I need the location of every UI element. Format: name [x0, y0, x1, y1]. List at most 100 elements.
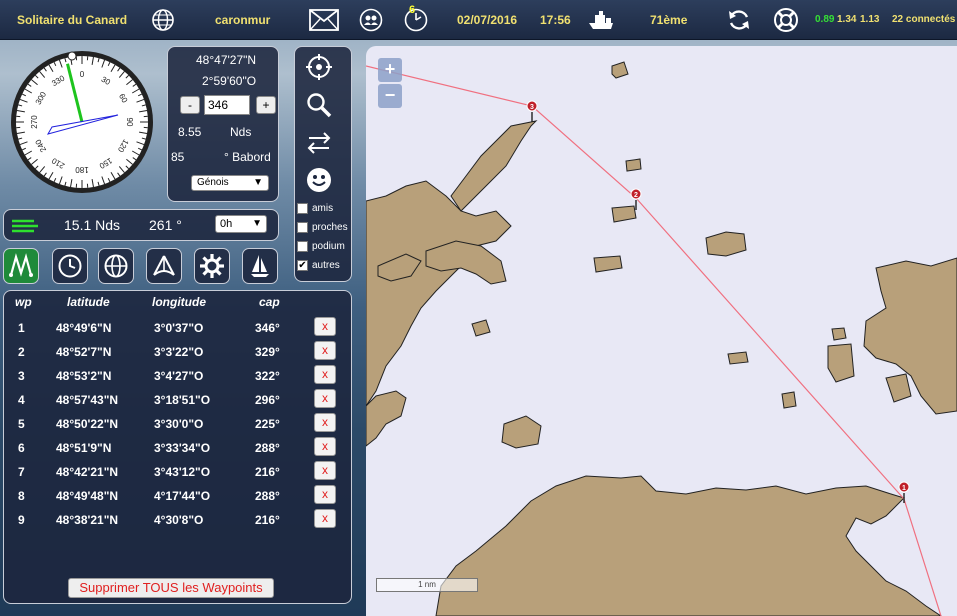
gear-icon [200, 254, 224, 278]
globe-grid-icon [104, 254, 128, 278]
checkbox-label: amis [312, 203, 334, 214]
delete-waypoint-button[interactable]: x [314, 389, 336, 408]
waypoint-cap: 216° [255, 513, 280, 527]
heading-input[interactable] [204, 95, 250, 115]
globe-icon[interactable] [150, 0, 176, 40]
username[interactable]: caronmur [215, 0, 270, 40]
lifebuoy-icon[interactable] [772, 0, 800, 40]
filter-checkbox-podium[interactable]: podium [297, 241, 345, 252]
delete-waypoint-button[interactable]: x [314, 437, 336, 456]
waypoint-latitude: 48°49'6"N [56, 321, 112, 335]
checkbox-label: autres [312, 260, 340, 271]
waypoint-row: 7 48°42'21"N 3°43'12"O 216° x [4, 461, 351, 485]
scale-label: 1 nm [418, 580, 436, 589]
delete-waypoint-button[interactable]: x [314, 509, 336, 528]
col-header-cap: cap [259, 295, 280, 309]
ranking: 71ème [650, 13, 688, 27]
swap-arrows-icon[interactable] [305, 129, 333, 157]
waypoint-cap: 216° [255, 465, 280, 479]
waypoint-number: 4 [18, 393, 25, 407]
route-button[interactable] [3, 248, 39, 284]
checkbox[interactable] [297, 241, 308, 252]
heading-minus-button[interactable]: - [180, 96, 200, 114]
col-header-wp: wp [15, 295, 32, 309]
refresh-icon[interactable] [726, 0, 752, 40]
delete-all-waypoints-button[interactable]: Supprimer TOUS les Waypoints [68, 578, 274, 598]
waypoint-row: 6 48°51'9"N 3°33'34"O 288° x [4, 437, 351, 461]
route-icon [9, 253, 33, 277]
compass-label: 90 [125, 118, 134, 127]
delete-waypoint-button[interactable]: x [314, 413, 336, 432]
connected-count[interactable]: 22 connectés [892, 0, 955, 40]
waypoint-longitude: 3°0'37"O [154, 321, 204, 335]
waypoint-longitude: 4°17'44"O [154, 489, 211, 503]
clock-badge-icon[interactable]: 6 [403, 0, 429, 40]
waypoint-row: 3 48°53'2"N 3°4'27"O 322° x [4, 365, 351, 389]
sail-selected: Génois [197, 177, 229, 188]
waypoint-latitude: 48°49'48"N [56, 489, 119, 503]
zoom-out-button[interactable]: − [378, 84, 402, 108]
delete-waypoint-button[interactable]: x [314, 461, 336, 480]
waypoint-longitude: 3°33'34"O [154, 441, 211, 455]
waypoint-table: wp latitude longitude cap 1 48°49'6"N 3°0'… [3, 290, 352, 604]
col-header-longitude: longitude [152, 295, 206, 309]
waypoint-row: 4 48°57'43"N 3°18'51"O 296° x [4, 389, 351, 413]
smiley-icon[interactable] [305, 166, 333, 194]
svg-text:2: 2 [634, 192, 638, 199]
waypoint-number: 3 [18, 369, 25, 383]
waypoint-latitude: 48°52'7"N [56, 345, 112, 359]
clock-icon [58, 254, 82, 278]
checkbox-label: podium [312, 241, 345, 252]
waypoint-latitude: 48°42'21"N [56, 465, 119, 479]
waypoint-row: 5 48°50'22"N 3°30'0"O 225° x [4, 413, 351, 437]
waypoint-latitude: 48°50'22"N [56, 417, 119, 431]
heading-plus-button[interactable]: + [256, 96, 276, 114]
zoom-in-button[interactable]: + [378, 58, 402, 82]
waypoint-marker-3[interactable]: 3 [526, 100, 538, 122]
compass-label: 0 [80, 70, 85, 79]
wind-direction: 261 ° [149, 217, 182, 233]
forecast-select[interactable]: 0h ▼ [215, 215, 267, 233]
globe-view-button[interactable] [98, 248, 134, 284]
map[interactable]: 3 2 1 + − 1 nm [366, 46, 957, 616]
clock-button[interactable] [52, 248, 88, 284]
waypoint-number: 9 [18, 513, 25, 527]
delete-waypoint-button[interactable]: x [314, 317, 336, 336]
race-title: Solitaire du Canard [17, 13, 128, 27]
checkbox[interactable] [297, 222, 308, 233]
checkbox[interactable] [297, 203, 308, 214]
sextant-icon [153, 255, 175, 276]
stat-2: 1.34 [837, 14, 857, 25]
checkbox[interactable]: ✔ [297, 260, 308, 271]
delete-waypoint-button[interactable]: x [314, 485, 336, 504]
center-target-icon[interactable] [305, 53, 333, 81]
sails-button[interactable] [242, 248, 278, 284]
mail-icon[interactable] [309, 0, 339, 40]
filter-checkbox-amis[interactable]: amis [297, 203, 333, 214]
waypoint-longitude: 3°3'22"O [154, 345, 204, 359]
filter-checkbox-autres[interactable]: ✔ autres [297, 260, 340, 271]
waypoint-latitude: 48°38'21"N [56, 513, 119, 527]
delete-waypoint-button[interactable]: x [314, 365, 336, 384]
waypoint-row: 9 48°38'21"N 4°30'8"O 216° x [4, 509, 351, 533]
wind-speed: 15.1 Nds [64, 217, 121, 233]
waypoint-longitude: 3°4'27"O [154, 369, 204, 383]
compass[interactable]: 0 30 60 90 120 150 180 210 240 270 300 330 [8, 48, 156, 196]
waypoint-row: 8 48°49'48"N 4°17'44"O 288° x [4, 485, 351, 509]
delete-waypoint-button[interactable]: x [314, 341, 336, 360]
wind-icon [12, 218, 38, 237]
compass-label: 270 [30, 115, 39, 129]
waypoint-cap: 288° [255, 441, 280, 455]
sail-select[interactable]: Génois ▼ [191, 175, 269, 191]
friends-icon[interactable] [358, 0, 384, 40]
settings-button[interactable] [194, 248, 230, 284]
instruments-button[interactable] [146, 248, 182, 284]
waypoint-cap: 322° [255, 369, 280, 383]
tools-panel: amis proches podium ✔ autres [294, 46, 352, 282]
wind-panel: 15.1 Nds 261 ° 0h ▼ [3, 209, 279, 241]
waypoint-number: 6 [18, 441, 25, 455]
map-canvas[interactable]: 3 2 1 [366, 46, 957, 616]
zoom-search-icon[interactable] [305, 91, 333, 119]
filter-checkbox-proches[interactable]: proches [297, 222, 348, 233]
boat-icon[interactable] [587, 0, 617, 40]
